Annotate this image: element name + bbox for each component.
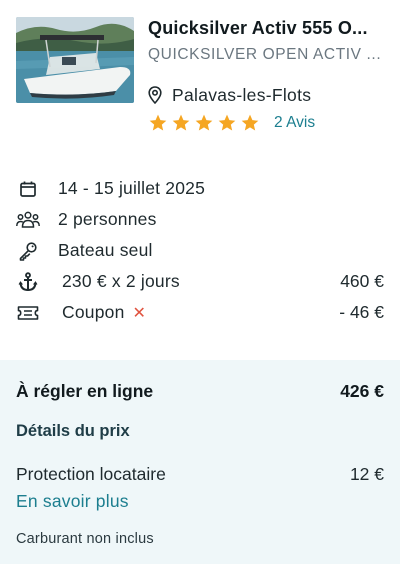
price-per-day-label: 230 € x 2 jours xyxy=(62,271,180,291)
rating: 2 Avis xyxy=(148,113,315,133)
listing-subtitle: QUICKSILVER OPEN ACTIV ... xyxy=(148,46,382,63)
star-icon xyxy=(218,114,236,131)
coupon-label: Coupon xyxy=(62,302,125,322)
protection-row: Protection locataire 12 € xyxy=(16,464,384,485)
protection-value: 12 € xyxy=(349,464,384,484)
location-pin-icon xyxy=(148,86,162,104)
key-icon xyxy=(16,240,40,262)
remove-coupon-icon[interactable]: ✕ xyxy=(133,303,146,323)
dates-label: 14 - 15 juillet 2025 xyxy=(58,178,206,198)
coupon-row: Coupon ✕ - 46 € xyxy=(16,297,384,328)
coupon-value: - 46 € xyxy=(339,302,384,322)
price-total-value: 460 € xyxy=(340,271,384,291)
people-row: 2 personnes xyxy=(16,204,384,235)
price-row: 230 € x 2 jours 460 € xyxy=(16,266,384,297)
star-icon xyxy=(172,114,190,131)
online-payment-row: À régler en ligne 426 € xyxy=(16,381,384,402)
reviews-link[interactable]: 2 Avis xyxy=(274,114,315,132)
booking-summary-card: Quicksilver Activ 555 O... QUICKSILVER O… xyxy=(0,0,400,350)
listing-title[interactable]: Quicksilver Activ 555 O... xyxy=(148,18,384,39)
anchor-icon xyxy=(16,271,40,293)
people-icon xyxy=(16,209,40,231)
rental-type-label: Bateau seul xyxy=(58,240,153,260)
dates-row: 14 - 15 juillet 2025 xyxy=(16,173,384,204)
online-payment-total: 426 € xyxy=(340,381,384,401)
booking-details: 14 - 15 juillet 2025 2 personnes Bateau … xyxy=(16,173,384,328)
calendar-icon xyxy=(16,178,40,200)
listing-location: Palavas-les-Flots xyxy=(148,84,311,106)
ticket-icon xyxy=(16,302,40,324)
star-icon xyxy=(241,114,259,131)
payment-panel: À régler en ligne 426 € Détails du prix … xyxy=(0,360,400,564)
rating-stars xyxy=(148,113,260,133)
online-payment-label: À régler en ligne xyxy=(16,381,154,401)
star-icon xyxy=(195,114,213,131)
price-details-title: Détails du prix xyxy=(16,422,130,440)
boat-photo[interactable] xyxy=(16,17,134,103)
fuel-note: Carburant non inclus xyxy=(16,531,154,547)
people-label: 2 personnes xyxy=(58,209,157,229)
protection-label: Protection locataire xyxy=(16,464,166,484)
star-icon xyxy=(149,114,167,131)
location-label: Palavas-les-Flots xyxy=(172,84,312,105)
learn-more-link[interactable]: En savoir plus xyxy=(16,491,129,512)
rental-type-row: Bateau seul xyxy=(16,235,384,266)
